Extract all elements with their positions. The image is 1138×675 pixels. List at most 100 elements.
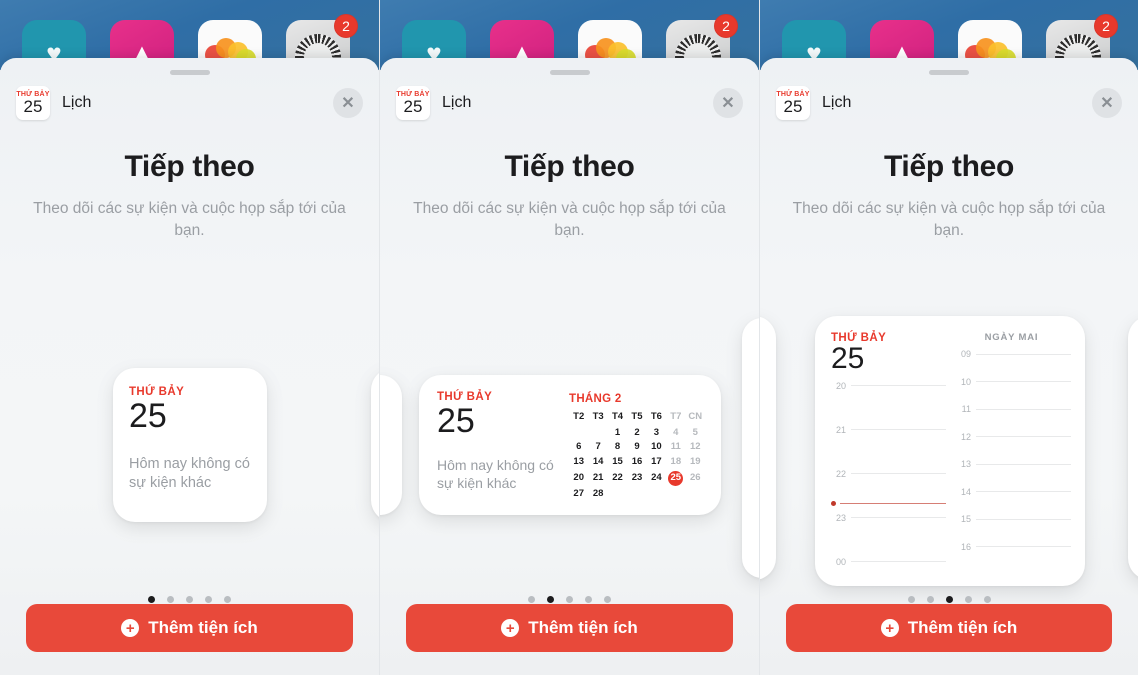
calendar-day-cell: 10	[651, 441, 662, 453]
page-indicator[interactable]	[380, 596, 759, 603]
timeline-hour-label: 16	[960, 541, 971, 552]
close-button[interactable]: ✕	[333, 88, 363, 118]
calendar-day-cell: 7	[595, 441, 601, 453]
widget-carousel[interactable]: THỨ BẢY 25 20 21 22 23 00 NGÀY MAI 09 10 11 12 1…	[760, 308, 1138, 608]
weekday-header: T3	[592, 411, 604, 423]
page-subtitle: Theo dõi các sự kiện và cuộc họp sắp tới…	[33, 200, 346, 239]
month-calendar-table: T2 T3 T4 T5 T6 T7 CN 1 2 3 4 5 6 7 8 9 10 11 12 13 14 15 16 17 1…	[569, 410, 705, 502]
add-widget-button[interactable]: + Thêm tiện ích	[26, 604, 353, 652]
widget-card-medium[interactable]: THỨ BẢY 25 Hôm nay không có sự kiện khác…	[419, 375, 721, 515]
timeline-hour-line	[976, 518, 1071, 520]
timeline-hour-label: 14	[960, 486, 971, 497]
timeline-hour-line	[851, 517, 946, 519]
app-name-label: Lịch	[442, 94, 472, 111]
widget-day-number: 25	[831, 342, 865, 375]
page-dot[interactable]	[547, 596, 554, 603]
add-widget-button[interactable]: + Thêm tiện ích	[786, 604, 1112, 652]
app-name-label: Lịch	[822, 94, 852, 111]
sheet-grabber[interactable]	[169, 70, 210, 75]
weekday-header: T4	[612, 411, 624, 423]
page-dot[interactable]	[566, 596, 573, 603]
timeline-today-rows: 20 21 22 23 00	[831, 381, 946, 601]
calendar-app-icon: THỨ BẢY 25	[396, 86, 430, 120]
widget-card-peek-right[interactable]	[742, 318, 759, 578]
timeline-hour-line	[976, 463, 1071, 465]
page-indicator[interactable]	[0, 596, 379, 603]
calendar-day-cell: 11	[670, 441, 681, 453]
page-dot[interactable]	[604, 596, 611, 603]
weekday-header: T7	[670, 411, 682, 423]
weekday-header: T6	[650, 411, 662, 423]
timeline-tomorrow: NGÀY MAI 09 10 11 12 13 14 15 16	[946, 332, 1071, 574]
page-dot[interactable]	[926, 596, 934, 603]
calendar-day-cell: 8	[614, 441, 621, 453]
page-dot[interactable]	[167, 596, 174, 603]
timeline-hour-line	[851, 561, 946, 563]
widget-carousel[interactable]: THỨ BẢY 25 Hôm nay không có sự kiện khác…	[380, 308, 759, 608]
timeline-today: THỨ BẢY 25 20 21 22 23 00	[831, 332, 946, 574]
calendar-day-cell	[627, 487, 646, 502]
sheet-header: THỨ BẢY 25 Lịch ✕	[776, 86, 1122, 120]
widget-picker-screenshots: ♥ ▲ 2 THỨ BẢY 25 Lịch ✕ Tiếp theo Theo d…	[0, 0, 1138, 675]
timeline-hour-line	[976, 408, 1071, 410]
timeline-hour-line	[851, 385, 946, 387]
page-dot[interactable]	[224, 596, 231, 603]
timeline-hour-row: 13	[956, 459, 1071, 469]
close-button[interactable]: ✕	[713, 88, 743, 118]
settings-badge: 2	[714, 14, 738, 38]
calendar-day-cell	[588, 425, 607, 440]
timeline-hour-line	[851, 473, 946, 475]
calendar-day-cell: 2	[634, 426, 640, 438]
calendar-day-cell: 3	[653, 426, 660, 438]
close-button[interactable]: ✕	[1092, 88, 1122, 118]
calendar-day-cell: 26	[689, 472, 701, 484]
widget-day-number: 25	[129, 397, 167, 435]
current-time-dot	[831, 500, 836, 506]
weekday-header: CN	[688, 411, 703, 423]
widget-sheet: THỨ BẢY 25 Lịch ✕ Tiếp theo Theo dõi các…	[0, 58, 379, 675]
widget-card-small[interactable]: THỨ BẢY 25 Hôm nay không có sự kiện khác	[113, 368, 267, 522]
widget-card-large[interactable]: THỨ BẢY 25 20 21 22 23 00 NGÀY MAI 09 10 11 12 1…	[815, 316, 1085, 586]
timeline-hour-label: 20	[835, 380, 846, 391]
calendar-day-cell: 19	[689, 455, 701, 467]
panel-medium-widget: ♥ ▲ 2 THỨ BẢY 25 Lịch ✕ Tiếp theo Theo d…	[379, 0, 759, 675]
add-widget-button[interactable]: + Thêm tiện ích	[406, 604, 733, 652]
timeline-hour-row: 09	[956, 349, 1071, 359]
calendar-day-cell	[686, 487, 705, 502]
calendar-day-cell: 28	[592, 488, 604, 500]
page-dot[interactable]	[528, 596, 535, 603]
widget-sheet: THỨ BẢY 25 Lịch ✕ Tiếp theo Theo dõi các…	[760, 58, 1138, 675]
timeline-hour-row: 21	[831, 425, 946, 435]
plus-circle-icon: +	[501, 619, 520, 637]
page-dot[interactable]	[148, 596, 155, 603]
sheet-grabber[interactable]	[549, 70, 590, 75]
page-dot[interactable]	[983, 596, 991, 603]
page-dot[interactable]	[964, 596, 972, 603]
page-title: Tiếp theo	[504, 150, 635, 183]
page-dot[interactable]	[907, 596, 915, 603]
widget-carousel[interactable]: THỨ BẢY 25 Hôm nay không có sự kiện khác	[0, 308, 379, 608]
widget-card-peek-left[interactable]	[380, 375, 402, 515]
page-dot[interactable]	[205, 596, 212, 603]
page-dot[interactable]	[186, 596, 193, 603]
page-indicator[interactable]	[760, 596, 1138, 603]
calendar-day-cell: 6	[576, 441, 582, 453]
calendar-day-cell: 15	[612, 455, 623, 467]
widget-card-peek-left[interactable]	[760, 316, 776, 580]
month-label: THÁNG 2	[569, 393, 622, 405]
timeline-hour-row: 23	[831, 513, 946, 523]
widget-card-peek-right[interactable]	[371, 368, 379, 522]
widget-card-peek-right[interactable]	[1128, 316, 1138, 580]
timeline-hour-label: 13	[960, 459, 971, 469]
timeline-hour-line	[976, 436, 1071, 437]
page-dot[interactable]	[945, 596, 953, 603]
weekday-header: T2	[573, 411, 585, 423]
page-dot[interactable]	[585, 596, 592, 603]
timeline-hour-label: 21	[835, 424, 846, 435]
widget-note: Hôm nay không có sự kiện khác	[437, 456, 554, 492]
timeline-hour-row: 16	[956, 542, 1071, 552]
sheet-grabber[interactable]	[929, 70, 969, 75]
calendar-day-cell: 25	[666, 469, 685, 487]
panel-small-widget: ♥ ▲ 2 THỨ BẢY 25 Lịch ✕ Tiếp theo Theo d…	[0, 0, 379, 675]
widget-month-grid: THÁNG 2 T2 T3 T4 T5 T6 T7 CN 1 2 3 4 5 6 7 8 9 10 11 12 13 1…	[569, 391, 705, 515]
